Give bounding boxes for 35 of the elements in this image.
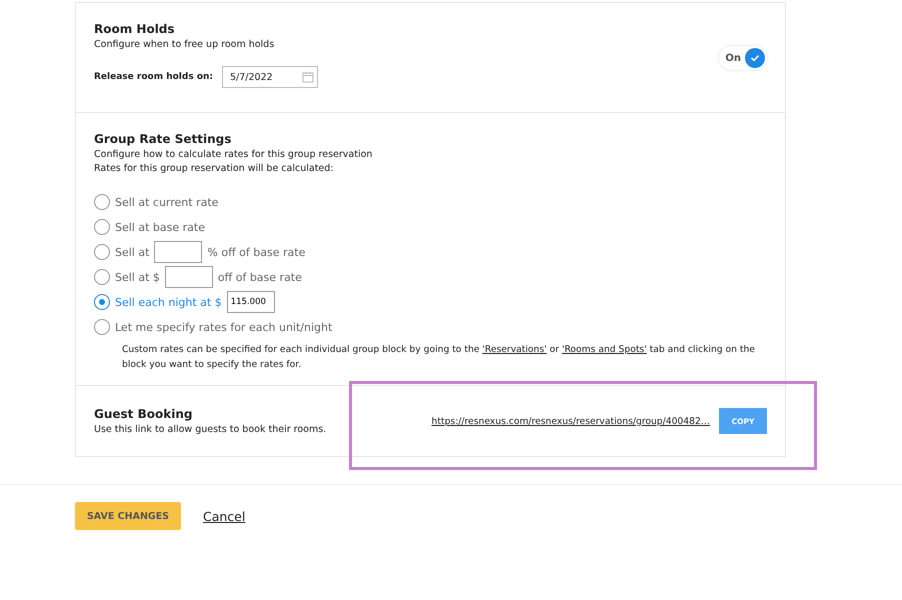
date-field[interactable]: 5/7/2022 <box>222 66 318 88</box>
section-description: Rates for this group reservation will be calculated: <box>94 163 334 174</box>
option-label: off of base rate <box>218 270 302 284</box>
section-description: Use this link to allow guests to book their rooms. <box>94 424 326 435</box>
radio-button[interactable] <box>94 219 110 235</box>
option-label: Sell at <box>115 246 150 258</box>
option-label: Sell at $ <box>115 270 160 284</box>
option-label: Let me specify rates for each unit/night <box>115 320 332 334</box>
help-text: Custom rates can be specified for each individual group block by going to the 'Reservations' or 'Rooms and Spots' tab and clicking on the block you want to specify the rates for. <box>122 343 756 372</box>
save-button[interactable]: SAVE CHANGES <box>75 502 181 530</box>
check-icon <box>750 54 760 62</box>
radio-button[interactable] <box>94 294 110 310</box>
rate-input[interactable] <box>164 266 213 288</box>
reservations-link[interactable]: 'Reservations' <box>482 344 547 355</box>
toggle-switch[interactable]: On <box>719 46 767 70</box>
section-description: Configure when to free up room holds <box>94 39 276 50</box>
section-description: Configure how to calculate rates for this group reservation <box>94 149 374 160</box>
option-label: Sell at base rate <box>115 220 205 234</box>
calendar-icon <box>302 71 314 83</box>
radio-button[interactable] <box>94 194 110 210</box>
rate-input[interactable]: 115.000 <box>226 291 275 313</box>
booking-link[interactable]: https://resnexus.com/resnexus/reservations/group/400482… <box>432 416 710 426</box>
radio-button[interactable] <box>94 319 110 335</box>
section-title: Group Rate Settings <box>94 132 232 146</box>
radio-button[interactable] <box>94 244 110 260</box>
section-title: Guest Booking <box>94 407 194 421</box>
radio-button[interactable] <box>94 269 110 285</box>
option-label: Sell at current rate <box>115 196 218 208</box>
option-label: Sell each night at $ <box>115 296 222 308</box>
rate-input[interactable] <box>154 241 202 263</box>
option-label: % off of base rate <box>207 246 306 258</box>
cancel-link[interactable]: Cancel <box>203 508 246 524</box>
release-label: Release room holds on: <box>94 72 214 82</box>
rooms-and-spots-link[interactable]: 'Rooms and Spots' <box>562 344 647 355</box>
section-title: Room Holds <box>94 22 176 36</box>
